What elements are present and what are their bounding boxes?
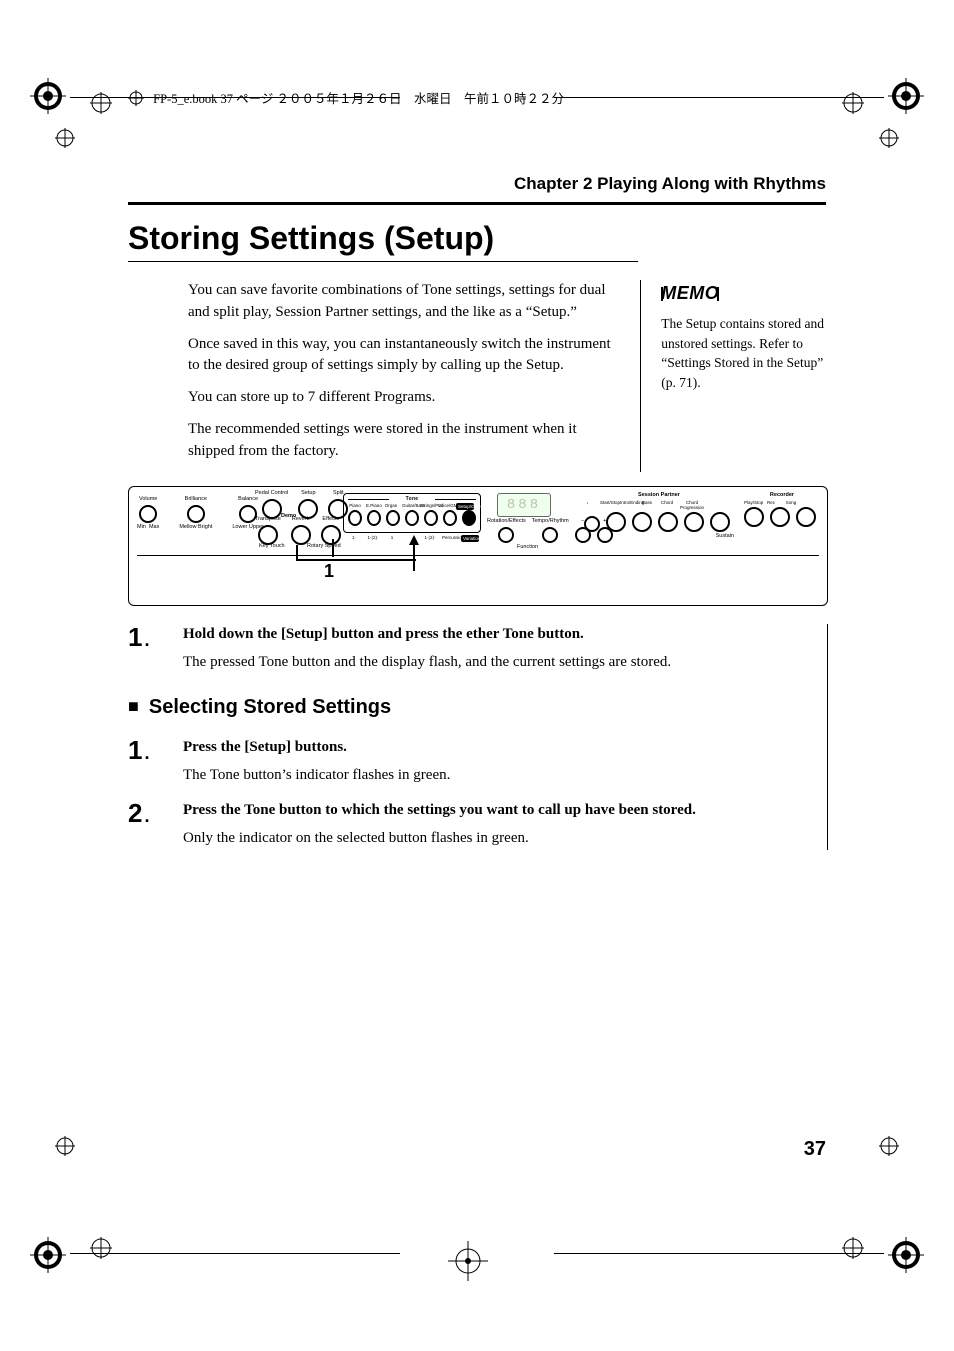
setup-button: Setup xyxy=(298,491,318,519)
running-header-text: FP-5_e.book 37 ページ ２００５年１月２６日 水曜日 午前１０時２… xyxy=(153,92,564,106)
chapter-label: Chapter 2 Playing Along with Rhythms xyxy=(514,174,826,193)
callout-connector xyxy=(296,545,298,559)
step-lead: Press the Tone button to which the setti… xyxy=(183,802,696,818)
demo-label: Demo xyxy=(281,514,296,520)
page-number: 37 xyxy=(804,1138,826,1161)
effects-button: Effects xyxy=(321,517,341,545)
step-number: 2 xyxy=(128,800,183,826)
digital-display: 888 xyxy=(497,493,551,517)
target-icon xyxy=(879,1136,899,1156)
target-icon xyxy=(842,1237,864,1259)
target-icon xyxy=(90,92,112,114)
target-icon xyxy=(448,1241,488,1281)
step-lead: Press the [Setup] buttons. xyxy=(183,739,347,755)
step-number: 1 xyxy=(128,624,183,650)
intro-paragraph: The recommended settings were stored in … xyxy=(188,419,620,463)
step-item: 2 Press the Tone button to which the set… xyxy=(128,800,819,850)
crop-mark-icon xyxy=(30,78,66,114)
intro-paragraph: Once saved in this way, you can instanta… xyxy=(188,334,620,378)
knob-label: Volume xyxy=(139,497,157,503)
crop-mark-icon xyxy=(30,1237,66,1273)
callout-number: 1 xyxy=(324,559,334,582)
function-label: Function xyxy=(517,545,538,551)
recorder-group: Recorder Play/Stop Rec Song xyxy=(744,493,820,527)
intro-paragraph: You can store up to 7 different Programs… xyxy=(188,387,620,409)
knob-label: Brilliance xyxy=(185,497,207,503)
step-item: 1 Press the [Setup] buttons. The Tone bu… xyxy=(128,737,819,787)
step-lead: Hold down the [Setup] button and press t… xyxy=(183,626,584,642)
section-subhead: Selecting Stored Settings xyxy=(128,696,819,719)
reverb-button: Reverb xyxy=(291,517,311,545)
target-icon xyxy=(90,1237,112,1259)
step-body: The pressed Tone button and the display … xyxy=(183,652,819,674)
target-icon xyxy=(55,128,75,148)
tone-group-label: Tone xyxy=(348,496,476,502)
target-icon xyxy=(879,128,899,148)
title-rule xyxy=(128,261,638,262)
brilliance-knob: Brilliance Mellow Bright xyxy=(179,497,212,530)
callout-arrow xyxy=(409,535,419,571)
crop-mark-icon xyxy=(888,78,924,114)
crop-hairline xyxy=(70,1253,400,1254)
step-number: 1 xyxy=(128,737,183,763)
memo-body: The Setup contains stored and unstored s… xyxy=(661,314,828,392)
step-body: Only the indicator on the selected butto… xyxy=(183,828,819,850)
crop-hairline xyxy=(554,1253,884,1254)
rotary-label: Rotary Speed xyxy=(307,544,341,550)
volume-knob: Volume Min Max xyxy=(137,497,159,530)
tempo-rhythm-button: Tempo/Rhythm xyxy=(532,519,569,543)
transpose-button: Transpose xyxy=(255,517,281,545)
setup-others-highlight: Setup/Others xyxy=(456,503,474,510)
panel-diagram: Volume Min Max Brilliance Mellow Bright … xyxy=(128,486,828,606)
keytouch-label: Key Touch xyxy=(259,544,285,550)
session-partner-group: Session Partner ♩ Start/Stop Intro/Endin… xyxy=(584,493,734,539)
memo-label: MEMO xyxy=(661,280,719,306)
step-body: The Tone button’s indicator flashes in g… xyxy=(183,765,819,787)
running-header: FP-5_e.book 37 ページ ２００５年１月２６日 水曜日 午前１０時２… xyxy=(128,88,564,110)
rotation-effects-button: Rotation/Effects xyxy=(487,519,526,543)
target-icon xyxy=(55,1136,75,1156)
callout-connector xyxy=(296,559,416,561)
step-item: 1 Hold down the [Setup] button and press… xyxy=(128,624,819,674)
target-icon xyxy=(128,90,144,110)
crop-mark-icon xyxy=(888,1237,924,1273)
intro-paragraph: You can save favorite combinations of To… xyxy=(188,280,620,324)
target-icon xyxy=(842,92,864,114)
chapter-header: Chapter 2 Playing Along with Rhythms xyxy=(128,174,826,205)
crop-hairline xyxy=(554,97,884,98)
page-title: Storing Settings (Setup) xyxy=(128,220,828,257)
tone-group: Tone PianoE.PianoOrgan Guitar/BassString… xyxy=(343,493,481,533)
